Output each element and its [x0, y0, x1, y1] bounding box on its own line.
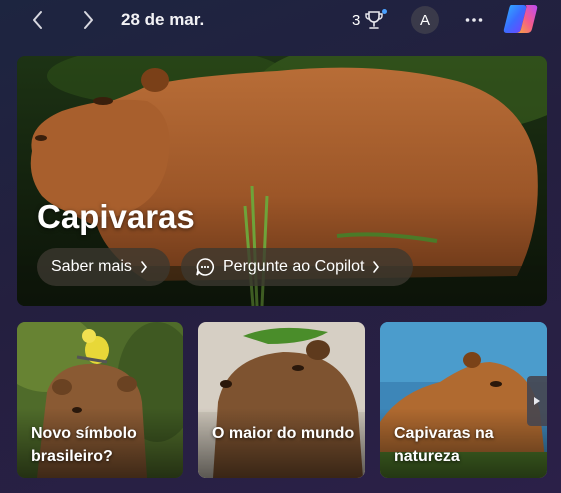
story-card-2[interactable]: O maior do mundo: [198, 322, 365, 478]
hero-card[interactable]: Capivaras Saber mais Pergunte ao Copilot: [17, 56, 547, 306]
card-title: Novo símbolo brasileiro?: [31, 425, 137, 465]
avatar[interactable]: A: [411, 6, 439, 34]
story-card-3[interactable]: Capivaras na natureza: [380, 322, 547, 478]
notification-dot: [382, 9, 387, 14]
top-bar: 28 de mar. 3 A: [0, 0, 561, 40]
back-button[interactable]: [24, 6, 52, 34]
more-options-button[interactable]: [460, 6, 488, 34]
chat-bubble-icon: [196, 258, 214, 276]
card-title: O maior do mundo: [212, 425, 355, 442]
learn-more-label: Saber mais: [51, 258, 132, 275]
ask-copilot-label: Pergunte ao Copilot: [223, 258, 365, 275]
copilot-logo-icon: [503, 5, 538, 33]
chevron-right-icon: [84, 11, 93, 29]
forward-button[interactable]: [74, 6, 102, 34]
learn-more-button[interactable]: Saber mais: [37, 248, 170, 286]
chevron-right-icon: [141, 261, 147, 273]
chevron-right-icon: [373, 261, 380, 273]
scroll-right-button[interactable]: [527, 376, 547, 426]
card-title: Capivaras na natureza: [394, 425, 494, 465]
date-label: 28 de mar.: [121, 10, 205, 29]
caret-right-icon: [534, 397, 540, 405]
rewards-count: 3: [352, 11, 361, 29]
more-icon: [465, 18, 483, 22]
rewards-button[interactable]: 3: [352, 6, 387, 34]
ask-copilot-button[interactable]: Pergunte ao Copilot: [181, 248, 413, 286]
copilot-button[interactable]: [501, 2, 541, 36]
hero-title: Capivaras: [37, 198, 195, 235]
chevron-left-icon: [33, 11, 42, 29]
story-card-1[interactable]: Novo símbolo brasileiro?: [17, 322, 183, 478]
